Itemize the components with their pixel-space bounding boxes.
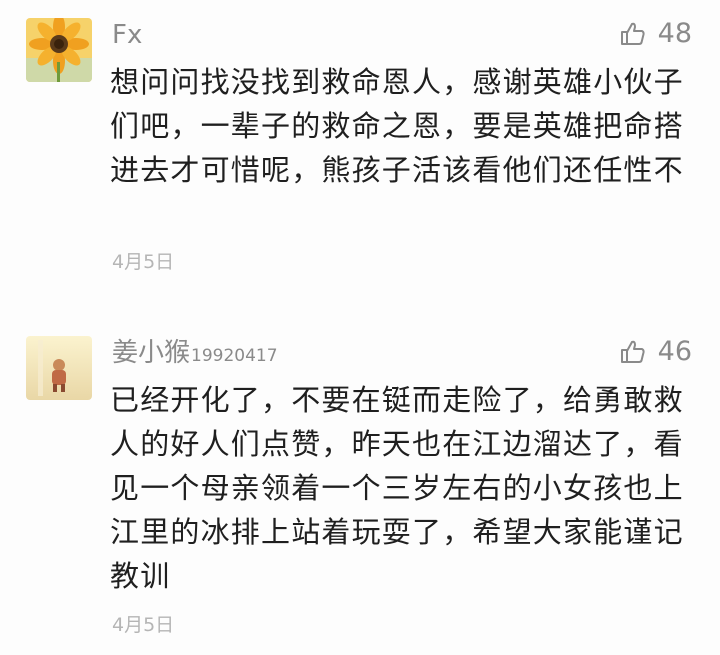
comment-date: 4月5日 [112,251,175,273]
comment-item: Fx 48 想问问找没找到救命恩人，感谢英雄小伙子们吧，一辈子的救命之恩，要是英… [0,0,720,300]
like-count: 48 [657,18,692,49]
sunflower-avatar-icon[interactable] [26,18,92,82]
like-button[interactable]: 48 [620,20,692,47]
username-suffix: 19920417 [191,346,278,366]
comment-username[interactable]: Fx [112,22,142,48]
like-button[interactable]: 46 [620,338,692,365]
username-text: Fx [112,20,143,50]
comment-username[interactable]: 姜小猴19920417 [112,340,278,366]
comment-text: 已经开化了，不要在铤而走险了，给勇敢救人的好人们点赞，昨天也在江边溜达了，看见一… [110,383,684,593]
toddler-avatar-icon[interactable] [26,336,92,400]
thumbs-up-icon [620,339,646,365]
comment-text: 想问问找没找到救命恩人，感谢英雄小伙子们吧，一辈子的救命之恩，要是英雄把命搭进去… [110,65,684,187]
like-count: 46 [657,336,692,367]
thumbs-up-icon [620,21,646,47]
username-text: 姜小猴 [112,338,191,368]
comment-date: 4月5日 [112,614,175,636]
